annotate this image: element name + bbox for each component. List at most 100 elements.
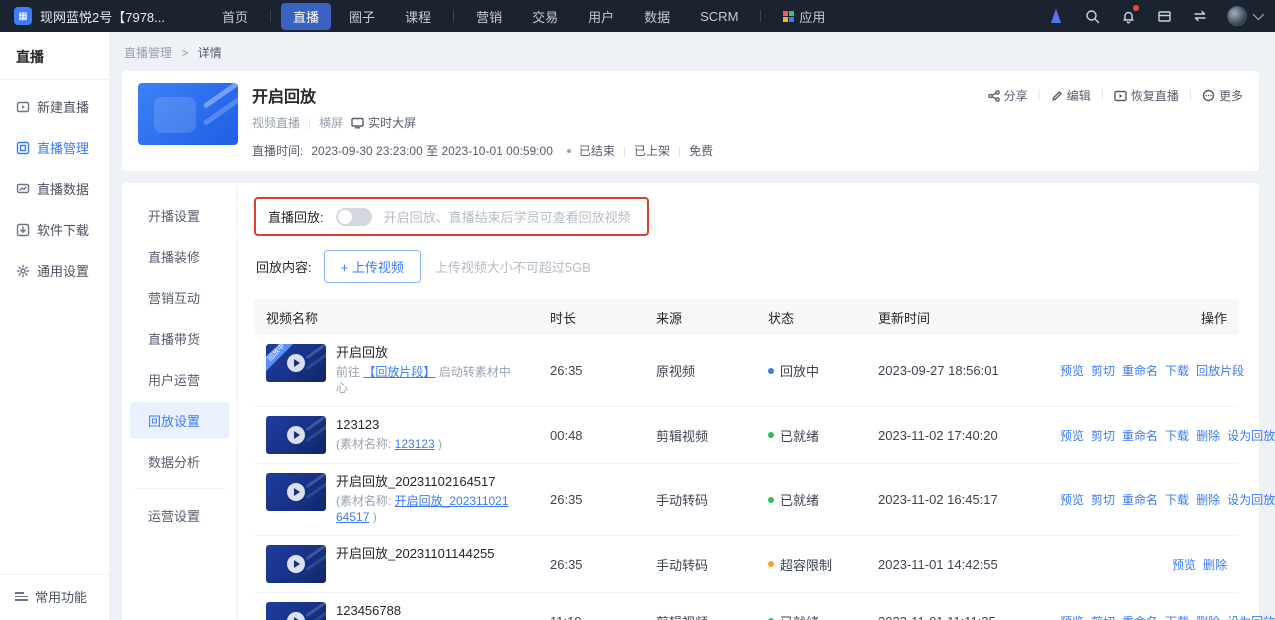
top-navbar: ▦ 现网蓝悦2号【7978... 首页 直播 圈子 课程 营销 交易 用户 数据… [0, 0, 1275, 32]
nav-separator [453, 10, 454, 22]
column-video-name: 视频名称 [254, 308, 550, 327]
action-cut[interactable]: 剪切 [1091, 362, 1115, 379]
status-text: 已就绪 [780, 490, 819, 509]
tab-user-operation[interactable]: 用户运营 [130, 361, 229, 398]
video-name: 开启回放_20231101144255 [336, 545, 495, 563]
nav-item-circle[interactable]: 圈子 [337, 3, 387, 30]
switch-account-icon[interactable] [1191, 7, 1209, 25]
brand[interactable]: ▦ 现网蓝悦2号【7978... [14, 7, 210, 26]
status-listed: 已上架 [634, 142, 670, 159]
duration-cell: 11:19 [550, 614, 656, 620]
action-rename[interactable]: 重命名 [1122, 362, 1158, 379]
nav-item-live[interactable]: 直播 [281, 3, 331, 30]
action-download[interactable]: 下载 [1165, 362, 1189, 379]
source-cell: 手动转码 [656, 490, 768, 509]
brand-logo-icon: ▦ [14, 7, 32, 25]
nav-item-marketing[interactable]: 营销 [464, 3, 514, 30]
playback-toggle[interactable] [336, 208, 372, 226]
sidebar-item-software-download[interactable]: 软件下载 [0, 209, 109, 250]
video-subtitle: 前往 【回放片段】 启动转素材中心 [336, 364, 512, 398]
action-download[interactable]: 下载 [1165, 613, 1189, 620]
tab-operation-settings[interactable]: 运营设置 [130, 497, 229, 534]
user-menu[interactable] [1227, 6, 1261, 26]
sidebar-item-new-live[interactable]: 新建直播 [0, 86, 109, 127]
action-preview[interactable]: 预览 [1060, 613, 1084, 620]
nav-item-home[interactable]: 首页 [210, 3, 260, 30]
column-updated: 更新时间 [878, 308, 1060, 327]
restore-live-button[interactable]: 恢复直播 [1114, 87, 1179, 104]
live-management-icon [15, 140, 30, 155]
archive-box-icon[interactable] [1155, 7, 1173, 25]
tab-marketing-interaction[interactable]: 营销互动 [130, 279, 229, 316]
actions-cell: 预览剪切重命名下载回放片段 [1060, 362, 1256, 379]
action-set-as-playback[interactable]: 设为回放 [1227, 613, 1275, 620]
nav-item-scrm[interactable]: SCRM [688, 5, 750, 28]
breadcrumb-current: 详情 [198, 46, 222, 60]
action-delete[interactable]: 删除 [1196, 491, 1220, 508]
breadcrumb-parent[interactable]: 直播管理 [124, 46, 172, 60]
video-thumbnail[interactable] [266, 545, 326, 583]
status-dot [768, 432, 774, 438]
nav-item-course[interactable]: 课程 [393, 3, 443, 30]
status-free: 免费 [689, 142, 713, 159]
notification-badge [1133, 5, 1139, 11]
video-thumbnail[interactable] [266, 473, 326, 511]
action-preview[interactable]: 预览 [1060, 427, 1084, 444]
search-icon[interactable] [1083, 7, 1101, 25]
divider [134, 488, 225, 489]
sidebar-item-live-management[interactable]: 直播管理 [0, 127, 109, 168]
material-link[interactable]: 【回放片段】 [363, 365, 435, 379]
notifications-bell-icon[interactable] [1119, 7, 1137, 25]
realtime-screen-link[interactable]: 实时大屏 [351, 114, 416, 131]
nav-item-trade[interactable]: 交易 [520, 3, 570, 30]
source-cell: 原视频 [656, 361, 768, 380]
workspace-logo-icon[interactable] [1047, 7, 1065, 25]
sidebar-item-common-functions[interactable]: 常用功能 [0, 575, 109, 620]
action-preview[interactable]: 预览 [1060, 362, 1084, 379]
material-prefix: 前往 [336, 365, 363, 379]
sidebar-item-general-settings[interactable]: 通用设置 [0, 250, 109, 291]
video-name: 123123 [336, 416, 442, 434]
action-rename[interactable]: 重命名 [1122, 613, 1158, 620]
nav-item-users[interactable]: 用户 [576, 3, 626, 30]
video-thumbnail[interactable]: 回放中 [266, 344, 326, 382]
action-delete[interactable]: 删除 [1196, 427, 1220, 444]
action-cut[interactable]: 剪切 [1091, 613, 1115, 620]
action-preview[interactable]: 预览 [1060, 491, 1084, 508]
nav-item-data[interactable]: 数据 [632, 3, 682, 30]
more-button[interactable]: 更多 [1202, 87, 1243, 104]
action-set-as-playback[interactable]: 设为回放 [1227, 491, 1275, 508]
tab-live-decoration[interactable]: 直播装修 [130, 238, 229, 275]
edit-button[interactable]: 编辑 [1051, 87, 1091, 104]
table-row: 123123 (素材名称: 123123 ) 00:48 剪辑视频 已就绪 20… [254, 407, 1239, 464]
action-set-as-playback[interactable]: 设为回放 [1227, 427, 1275, 444]
action-delete[interactable]: 删除 [1196, 613, 1220, 620]
gear-icon [15, 263, 30, 278]
tab-broadcast-settings[interactable]: 开播设置 [130, 197, 229, 234]
tab-playback-settings[interactable]: 回放设置 [130, 402, 229, 439]
action-download[interactable]: 下载 [1165, 491, 1189, 508]
tab-data-analysis[interactable]: 数据分析 [130, 443, 229, 480]
updated-cell: 2023-11-02 17:40:20 [878, 428, 1060, 443]
share-button[interactable]: 分享 [988, 87, 1028, 104]
action-rename[interactable]: 重命名 [1122, 427, 1158, 444]
material-suffix: ) [369, 510, 376, 524]
video-thumbnail[interactable] [266, 602, 326, 620]
upload-video-button[interactable]: + 上传视频 [324, 250, 421, 283]
action-cut[interactable]: 剪切 [1091, 491, 1115, 508]
material-link[interactable]: 123123 [395, 437, 435, 451]
action-rename[interactable]: 重命名 [1122, 491, 1158, 508]
action-cut[interactable]: 剪切 [1091, 427, 1115, 444]
nav-item-apps[interactable]: 应用 [771, 3, 837, 30]
action-download[interactable]: 下载 [1165, 427, 1189, 444]
sidebar-item-live-data[interactable]: 直播数据 [0, 168, 109, 209]
actions-cell: 预览删除 [1060, 556, 1239, 573]
tab-live-commerce[interactable]: 直播带货 [130, 320, 229, 357]
updated-cell: 2023-11-01 11:11:35 [878, 614, 1060, 620]
action-delete[interactable]: 删除 [1203, 556, 1227, 573]
video-thumbnail[interactable] [266, 416, 326, 454]
material-prefix: (素材名称: [336, 494, 395, 508]
live-data-icon [15, 181, 30, 196]
action-preview[interactable]: 预览 [1172, 556, 1196, 573]
action-playback-clips[interactable]: 回放片段 [1196, 362, 1244, 379]
